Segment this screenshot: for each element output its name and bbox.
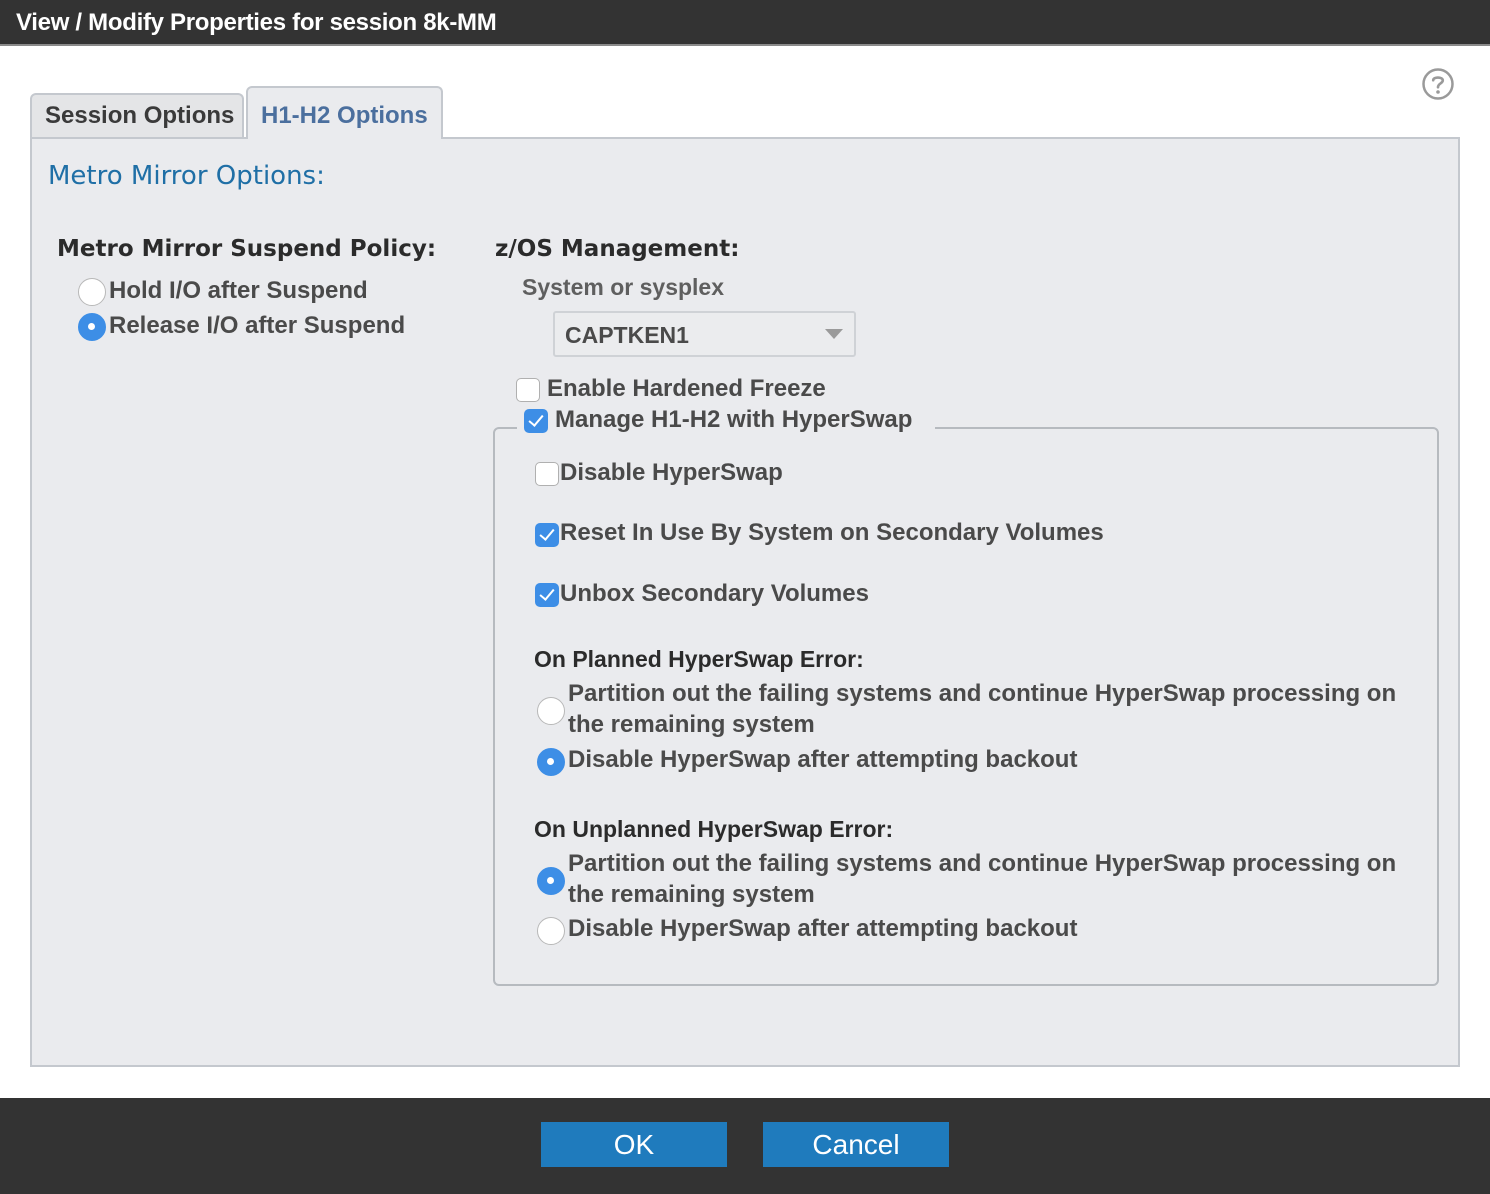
- enable-hardened-freeze-checkbox[interactable]: [516, 378, 540, 402]
- tab-label: H1-H2 Options: [261, 102, 428, 129]
- ok-button[interactable]: OK: [541, 1122, 727, 1167]
- help-question-icon[interactable]: [1421, 67, 1455, 101]
- zos-management-heading: z/OS Management:: [495, 236, 740, 262]
- cancel-button[interactable]: Cancel: [763, 1122, 949, 1167]
- planned-partition-radio[interactable]: [537, 697, 565, 725]
- tab-session-options[interactable]: Session Options: [30, 93, 244, 137]
- planned-partition-label-line1: Partition out the failing systems and co…: [568, 680, 1397, 707]
- release-io-label: Release I/O after Suspend: [109, 312, 406, 339]
- unplanned-partition-radio[interactable]: [537, 867, 565, 895]
- unplanned-partition-label-line1: Partition out the failing systems and co…: [568, 850, 1397, 877]
- chevron-down-icon: [825, 329, 843, 339]
- unplanned-disable-radio[interactable]: [537, 917, 565, 945]
- manage-hyperswap-label: Manage H1-H2 with HyperSwap: [555, 406, 913, 433]
- release-io-radio[interactable]: [78, 313, 106, 341]
- disable-hyperswap-label: Disable HyperSwap: [560, 459, 783, 486]
- window-title: View / Modify Properties for session 8k-…: [16, 9, 497, 36]
- manage-hyperswap-checkbox[interactable]: [524, 409, 548, 433]
- suspend-policy-heading: Metro Mirror Suspend Policy:: [57, 236, 437, 262]
- unplanned-disable-label: Disable HyperSwap after attempting backo…: [568, 915, 1078, 942]
- hold-io-label: Hold I/O after Suspend: [109, 277, 368, 304]
- tab-label: Session Options: [45, 102, 235, 129]
- reset-in-use-checkbox[interactable]: [535, 523, 559, 547]
- disable-hyperswap-checkbox[interactable]: [535, 462, 559, 486]
- enable-hardened-freeze-label: Enable Hardened Freeze: [547, 375, 826, 402]
- options-panel: Metro Mirror Options: Metro Mirror Suspe…: [30, 137, 1460, 1067]
- unplanned-error-heading: On Unplanned HyperSwap Error:: [534, 816, 894, 842]
- unbox-secondary-checkbox[interactable]: [535, 583, 559, 607]
- planned-error-heading: On Planned HyperSwap Error:: [534, 646, 864, 672]
- section-title: Metro Mirror Options:: [48, 161, 325, 191]
- tab-h1-h2-options[interactable]: H1-H2 Options: [246, 86, 443, 139]
- hold-io-radio[interactable]: [78, 278, 106, 306]
- title-bar: View / Modify Properties for session 8k-…: [0, 0, 1490, 46]
- unplanned-partition-label-line2: the remaining system: [568, 881, 815, 908]
- dialog-footer: OK Cancel: [0, 1098, 1490, 1194]
- planned-disable-radio[interactable]: [537, 748, 565, 776]
- system-sysplex-select[interactable]: CAPTKEN1: [553, 311, 856, 357]
- selected-value: CAPTKEN1: [565, 322, 689, 348]
- system-sysplex-label: System or sysplex: [522, 274, 725, 300]
- reset-in-use-label: Reset In Use By System on Secondary Volu…: [560, 519, 1104, 546]
- unbox-secondary-label: Unbox Secondary Volumes: [560, 580, 869, 607]
- planned-disable-label: Disable HyperSwap after attempting backo…: [568, 746, 1078, 773]
- planned-partition-label-line2: the remaining system: [568, 711, 815, 738]
